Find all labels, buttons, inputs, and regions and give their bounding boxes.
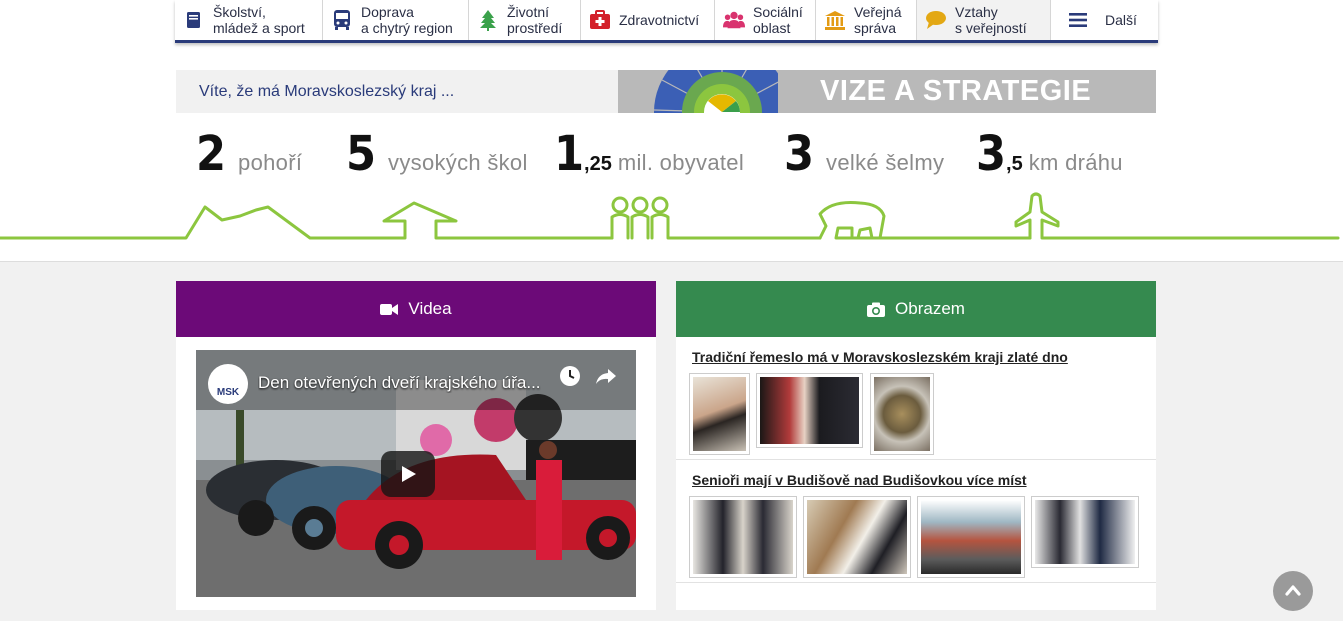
- people-icon: [723, 9, 745, 31]
- videa-heading: Videa: [408, 299, 452, 318]
- stat-number: 5: [346, 126, 377, 182]
- nav-item-skolstvi[interactable]: Školství, mládež a sport: [175, 0, 323, 40]
- nav-label: Zdravotnictví: [619, 12, 700, 28]
- tree-icon: [477, 9, 499, 31]
- bear-icon: [818, 201, 1032, 240]
- did-you-know-bar[interactable]: Víte, že má Moravskoslezský kraj ...: [176, 70, 618, 113]
- menu-icon: [1067, 9, 1089, 31]
- nav-label: prostředí: [507, 20, 563, 36]
- university-icon: [382, 201, 614, 240]
- channel-logo-text: MSK: [216, 387, 240, 398]
- mountains-icon: [0, 205, 394, 240]
- album-photo[interactable]: [689, 373, 750, 455]
- stat-predators: 3 velké šelmy: [784, 126, 944, 182]
- stat-label: pohoří: [238, 150, 303, 175]
- stat-runway: 3 ,5 km dráhu: [976, 126, 1123, 182]
- nav-label: Veřejná: [854, 4, 902, 20]
- stat-population: 1 ,25 mil. obyvatel: [554, 126, 744, 182]
- stat-number: 3: [976, 126, 1007, 182]
- nav-label: Sociální: [753, 4, 803, 20]
- stat-number: 2: [196, 126, 227, 182]
- nav-label: Doprava: [361, 4, 414, 20]
- album-photo[interactable]: [689, 496, 797, 578]
- share-icon[interactable]: [594, 364, 618, 388]
- nav-item-doprava[interactable]: Doprava a chytrý region: [323, 0, 469, 40]
- stat-universities: 5 vysokých škol: [346, 126, 528, 182]
- obrazem-heading: Obrazem: [895, 299, 965, 318]
- videa-header[interactable]: Videa: [176, 281, 656, 337]
- stat-decimal: ,5: [1006, 153, 1023, 175]
- nav-item-zdravotnictvi[interactable]: Zdravotnictví: [581, 0, 715, 40]
- stat-number: 3: [784, 126, 815, 182]
- play-button[interactable]: [381, 451, 435, 497]
- album-photo[interactable]: [870, 373, 934, 455]
- nav-label: Životní: [507, 4, 550, 20]
- book-icon: [183, 9, 205, 31]
- people-icon: [610, 196, 822, 240]
- album-photo[interactable]: [917, 496, 1025, 578]
- album-title[interactable]: Senioři mají v Budišově nad Budišovkou v…: [692, 472, 1027, 488]
- stat-number: 1: [554, 126, 585, 182]
- speech-bubble-icon: [925, 9, 947, 31]
- main-navigation: Školství, mládež a sport Doprava a chytrý …: [175, 0, 1158, 43]
- video-player[interactable]: MSK Den otevřených dveří krajského úřa..…: [196, 350, 636, 597]
- stat-label: velké šelmy: [826, 150, 945, 175]
- video-camera-icon: [380, 303, 399, 315]
- nav-label: oblast: [753, 20, 791, 36]
- institution-icon: [824, 9, 846, 31]
- album-photo[interactable]: [756, 373, 863, 448]
- nav-item-dalsi[interactable]: Další: [1051, 0, 1158, 40]
- video-title[interactable]: Den otevřených dveří krajského úřa...: [258, 373, 558, 393]
- album-divider: [676, 582, 1156, 583]
- scroll-to-top-button[interactable]: [1273, 571, 1313, 611]
- chevron-up-icon: [1285, 585, 1301, 596]
- play-icon: [402, 466, 416, 482]
- nav-label: správa: [854, 20, 897, 36]
- nav-item-verejna-sprava[interactable]: Veřejná správa: [816, 0, 917, 40]
- nav-label: Školství,: [213, 4, 266, 20]
- album-title[interactable]: Tradiční řemeslo má v Moravskoslezském k…: [692, 349, 1068, 365]
- vize-title: VIZE A STRATEGIE: [820, 75, 1092, 107]
- strategy-wheel-icon: [653, 70, 778, 113]
- channel-logo[interactable]: MSK: [208, 364, 248, 404]
- nav-label: Vztahy: [955, 4, 998, 20]
- bus-icon: [331, 9, 353, 31]
- album-photo[interactable]: [1031, 496, 1139, 568]
- airplane-icon: [1014, 192, 1340, 240]
- nav-label: a chytrý region: [361, 20, 453, 36]
- nav-label: mládež a sport: [213, 20, 305, 36]
- watch-later-icon[interactable]: [558, 364, 582, 388]
- first-aid-icon: [589, 9, 611, 31]
- nav-label: Další: [1105, 12, 1137, 28]
- stat-label: vysokých škol: [388, 150, 528, 175]
- nav-item-vztahy-s-verejnosti[interactable]: Vztahy s veřejností: [917, 0, 1051, 40]
- album-divider: [676, 459, 1156, 460]
- obrazem-header[interactable]: Obrazem: [676, 281, 1156, 337]
- stat-label: mil. obyvatel: [617, 150, 745, 175]
- did-you-know-text: Víte, že má Moravskoslezský kraj ...: [199, 82, 455, 100]
- landscape-line-illustration: [0, 192, 1340, 240]
- nav-label: s veřejností: [955, 20, 1027, 36]
- stat-mountains: 2 pohoří: [196, 126, 302, 182]
- vize-a-strategie-banner[interactable]: VIZE A STRATEGIE: [618, 70, 1156, 113]
- stat-decimal: ,25: [584, 153, 612, 175]
- stat-label: km dráhu: [1028, 150, 1123, 175]
- nav-item-zivotni-prostredi[interactable]: Životní prostředí: [469, 0, 581, 40]
- camera-icon: [867, 302, 886, 317]
- nav-item-socialni-oblast[interactable]: Sociální oblast: [715, 0, 816, 40]
- album-photo[interactable]: [803, 496, 911, 578]
